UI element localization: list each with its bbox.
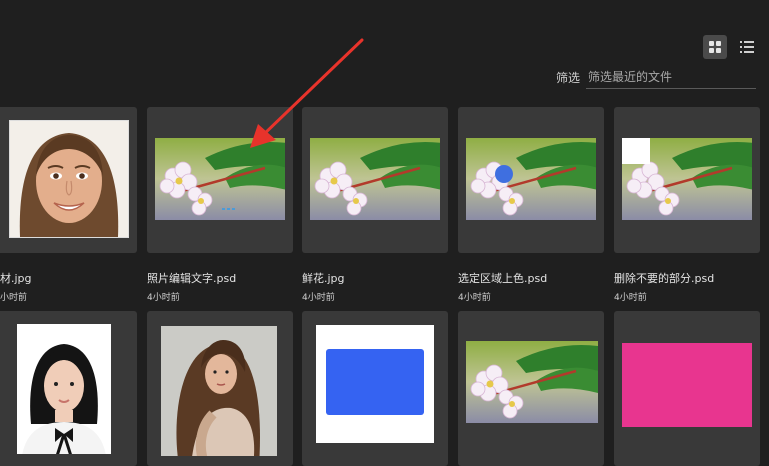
file-card-10[interactable]: [614, 311, 760, 466]
file-name[interactable]: 鲜花.jpg: [302, 270, 345, 286]
file-name[interactable]: 材.jpg: [0, 270, 32, 286]
flower-image: [622, 138, 752, 220]
file-thumbnail: [155, 121, 285, 237]
file-thumbnail: [316, 325, 434, 443]
grid-view-icon: [709, 41, 721, 53]
file-modified-time: 小时前: [0, 293, 28, 303]
file-name[interactable]: 删除不要的部分.psd: [614, 270, 714, 286]
file-card-9[interactable]: [458, 311, 604, 466]
file-card-6[interactable]: [0, 311, 137, 466]
file-card-5[interactable]: [614, 107, 760, 253]
file-card-8[interactable]: [302, 311, 448, 466]
list-view-button[interactable]: [735, 35, 759, 59]
flower-image: [466, 138, 596, 220]
file-card-3[interactable]: [302, 107, 448, 253]
list-view-icon: [740, 41, 754, 53]
filter-input[interactable]: [586, 66, 756, 89]
file-thumbnail: [17, 319, 111, 459]
filter-label: 筛选: [556, 71, 581, 85]
recent-files-panel: 筛选 筛选最近的文件 材.jpg 小时前 照片编辑文字.psd 4小时前 鲜花.…: [0, 0, 769, 466]
blue-rectangle-shape: [326, 349, 424, 415]
file-thumbnail: [466, 341, 598, 423]
file-thumbnail: [622, 121, 752, 237]
file-thumbnail: [466, 121, 596, 237]
pink-canvas-image: [622, 343, 752, 427]
file-name[interactable]: 照片编辑文字.psd: [147, 270, 236, 286]
flower-image: [466, 341, 598, 423]
file-thumbnail: [622, 343, 752, 427]
portrait-image: [9, 120, 129, 238]
file-card-7[interactable]: [147, 311, 293, 466]
file-card-2[interactable]: [147, 107, 293, 253]
file-thumbnail: [310, 121, 440, 237]
id-photo-image: [17, 324, 111, 454]
file-modified-time: 4小时前: [458, 293, 491, 303]
file-modified-time: 4小时前: [147, 293, 180, 303]
file-thumbnail: [4, 120, 134, 238]
flower-image: [155, 138, 285, 220]
blue-rectangle-image: [316, 325, 434, 443]
file-name[interactable]: 选定区域上色.psd: [458, 270, 547, 286]
file-modified-time: 4小时前: [302, 293, 335, 303]
file-card-1[interactable]: [0, 107, 137, 253]
file-thumbnail: [161, 321, 277, 461]
grid-view-button[interactable]: [703, 35, 727, 59]
file-modified-time: 4小时前: [614, 293, 647, 303]
file-card-4[interactable]: [458, 107, 604, 253]
curly-hair-woman-image: [161, 326, 277, 456]
flower-image: [310, 138, 440, 220]
